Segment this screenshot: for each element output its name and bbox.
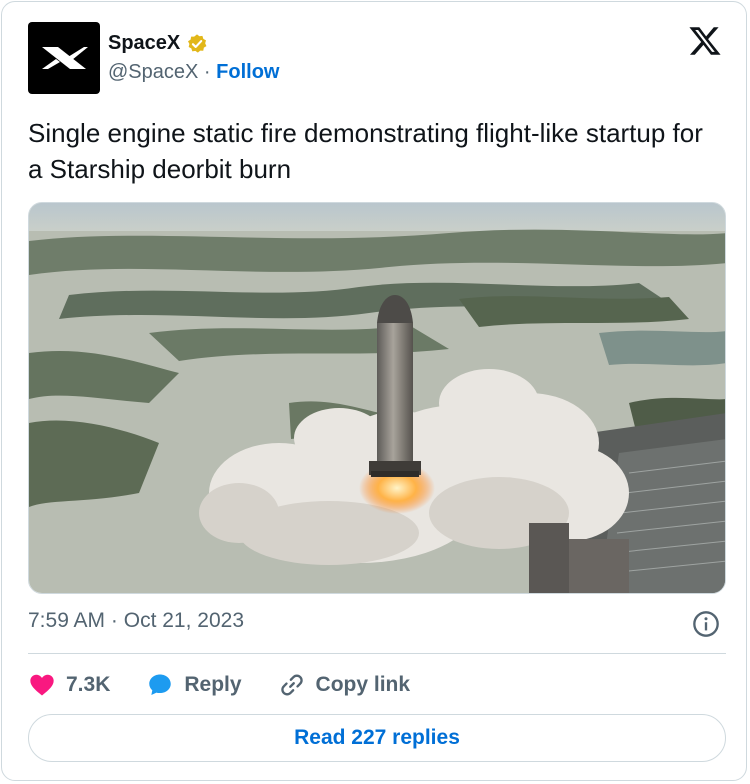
info-icon[interactable] xyxy=(692,610,720,638)
spacex-avatar[interactable] xyxy=(28,22,100,94)
read-replies-button[interactable]: Read 227 replies xyxy=(28,714,726,762)
author-handle[interactable]: @SpaceX xyxy=(108,61,198,83)
heart-icon xyxy=(30,674,54,696)
tweet-time: 7:59 AM xyxy=(28,609,106,632)
tweet-text: Single engine static fire demonstrating … xyxy=(28,118,703,184)
divider xyxy=(28,653,726,654)
spacex-logo-icon xyxy=(42,47,88,69)
copy-link-label: Copy link xyxy=(315,673,411,696)
author-handle-row: @SpaceX · Follow xyxy=(108,61,279,84)
reply-bubble-icon xyxy=(149,674,172,696)
timestamp-separator: · xyxy=(110,609,118,632)
author-name[interactable]: SpaceX xyxy=(108,32,180,55)
author-name-row: SpaceX xyxy=(108,32,208,55)
reply-label: Reply xyxy=(184,673,242,696)
reply-button[interactable]: Reply xyxy=(146,671,242,699)
tweet-embed-card: SpaceX @SpaceX · Follow Single engine st… xyxy=(1,1,747,781)
handle-separator: · xyxy=(203,61,211,83)
copy-link-button[interactable]: Copy link xyxy=(278,671,411,699)
like-count: 7.3K xyxy=(66,673,111,696)
action-bar: 7.3K Reply Copy link xyxy=(28,669,446,701)
verified-badge-icon xyxy=(188,33,207,53)
tweet-date: Oct 21, 2023 xyxy=(123,609,244,632)
link-icon xyxy=(280,674,303,696)
tweet-media-video[interactable] xyxy=(28,202,726,594)
follow-button[interactable]: Follow xyxy=(216,61,279,83)
like-button[interactable]: 7.3K xyxy=(28,671,110,699)
starship-static-fire-image xyxy=(29,203,725,593)
x-logo-icon[interactable] xyxy=(688,24,722,58)
tweet-timestamp[interactable]: 7:59 AM · Oct 21, 2023 xyxy=(28,609,244,633)
